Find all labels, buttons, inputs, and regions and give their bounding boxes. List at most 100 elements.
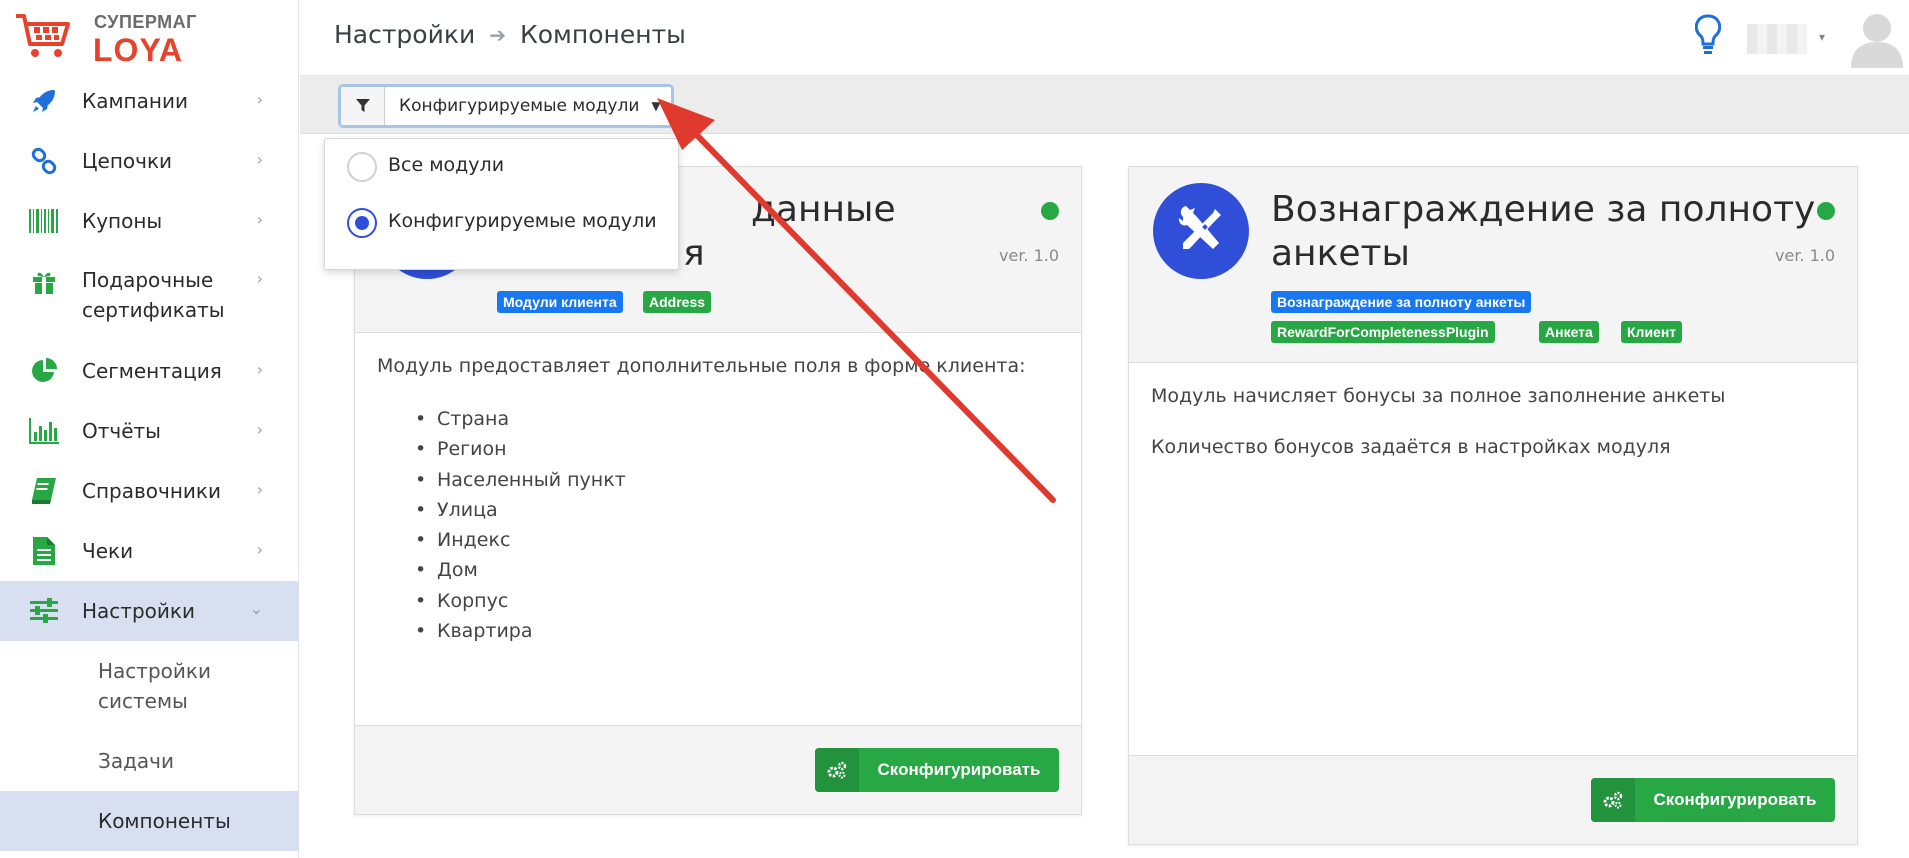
- tag-badge: Клиент: [1621, 321, 1683, 343]
- filter-icon: [341, 87, 385, 125]
- sidebar-item-coupons[interactable]: Купоны ›: [0, 196, 299, 246]
- version-label: ver. 1.0: [1775, 246, 1836, 265]
- breadcrumb-item-settings[interactable]: Настройки: [334, 20, 475, 49]
- sidebar-item-label: Справочники: [82, 479, 221, 503]
- logo-text-bottom: LOYA: [93, 32, 183, 68]
- gift-icon: [28, 266, 60, 298]
- caret-down-icon: ▼: [651, 99, 661, 113]
- module-card-reward-completeness: Вознаграждение за полноту анкеты ver. 1.…: [1128, 166, 1858, 845]
- tag-badge: Анкета: [1539, 321, 1599, 343]
- sidebar: СУПЕРМАГ LOYA Кампании › Цепочки › Купон…: [0, 0, 299, 858]
- chain-icon: [28, 145, 60, 177]
- chevron-right-icon: ›: [256, 90, 263, 109]
- filter-option-configurable[interactable]: Конфигурируемые модули: [325, 195, 680, 251]
- pie-chart-icon: [28, 355, 60, 387]
- sidebar-subitem-label: Задачи: [98, 749, 174, 773]
- card-paragraph: Модуль начисляет бонусы за полное заполн…: [1151, 385, 1726, 407]
- sidebar-item-chains[interactable]: Цепочки ›: [0, 136, 299, 186]
- card-title-line2: я: [683, 233, 705, 274]
- tag-badge: Модули клиента: [497, 291, 623, 313]
- chevron-right-icon: ›: [256, 480, 263, 499]
- arrow-right-icon: ➔: [489, 22, 506, 47]
- avatar[interactable]: [1849, 10, 1905, 68]
- list-item: Индекс: [415, 525, 626, 556]
- cart-logo-icon: [16, 14, 70, 57]
- status-indicator: [1041, 202, 1059, 220]
- chevron-right-icon: ›: [256, 150, 263, 169]
- card-body: Модуль предоставляет дополнительные поля…: [355, 333, 1081, 727]
- sidebar-item-label: Кампании: [82, 89, 188, 113]
- radio-unchecked[interactable]: [347, 152, 377, 182]
- sidebar-item-campaigns[interactable]: Кампании ›: [0, 76, 299, 126]
- sidebar-item-label: Настройки: [82, 599, 195, 623]
- breadcrumb: Настройки ➔ Компоненты: [334, 20, 686, 49]
- tag-badge: RewardForCompletenessPlugin: [1271, 321, 1495, 343]
- card-title-line1: данные: [751, 189, 896, 230]
- chevron-right-icon: ›: [256, 269, 263, 288]
- rocket-icon: [28, 85, 60, 117]
- filter-option-all[interactable]: Все модули: [325, 139, 680, 195]
- sidebar-item-label-line2: сертификаты: [82, 298, 225, 322]
- toolbar: Конфигурируемые модули ▼: [300, 76, 1909, 134]
- sidebar-subitem-label-line2: системы: [98, 689, 188, 713]
- sidebar-item-label: Отчёты: [82, 419, 161, 443]
- card-header: Вознаграждение за полноту анкеты ver. 1.…: [1129, 167, 1857, 363]
- configure-button[interactable]: Сконфигурировать: [815, 748, 1059, 792]
- sidebar-item-gift-certificates[interactable]: Подарочные сертификаты ›: [0, 256, 299, 336]
- list-item: Корпус: [415, 586, 626, 617]
- book-icon: [28, 475, 60, 507]
- card-body: Модуль начисляет бонусы за полное заполн…: [1129, 363, 1857, 757]
- radio-checked[interactable]: [347, 208, 377, 238]
- sidebar-item-label: Подарочные: [82, 268, 214, 292]
- logo[interactable]: СУПЕРМАГ LOYA: [0, 0, 299, 76]
- sidebar-subitem-label: Компоненты: [98, 809, 231, 833]
- chevron-right-icon: ›: [256, 210, 263, 229]
- sidebar-item-references[interactable]: Справочники ›: [0, 466, 299, 516]
- sidebar-item-label: Купоны: [82, 209, 163, 233]
- bar-chart-icon: [28, 415, 60, 447]
- module-logo: [1153, 183, 1249, 279]
- field-list: Страна Регион Населенный пункт Улица Инд…: [415, 404, 626, 647]
- barcode-icon: [28, 205, 60, 237]
- card-title-line1: Вознаграждение за полноту: [1271, 189, 1816, 230]
- gears-icon: [1591, 778, 1635, 822]
- sidebar-item-settings[interactable]: Настройки ⌄: [0, 581, 299, 641]
- receipt-icon: [28, 535, 60, 567]
- user-name-blurred[interactable]: [1747, 24, 1807, 54]
- filter-option-label: Все модули: [388, 154, 505, 176]
- chevron-right-icon: ›: [256, 420, 263, 439]
- sidebar-subitem-components[interactable]: Компоненты: [0, 791, 299, 851]
- list-item: Населенный пункт: [415, 465, 626, 496]
- gears-icon: [815, 748, 859, 792]
- sliders-icon: [28, 595, 60, 627]
- tools-icon: [1178, 206, 1221, 249]
- sidebar-item-reports[interactable]: Отчёты ›: [0, 406, 299, 456]
- card-footer: Сконфигурировать: [1129, 755, 1857, 844]
- chevron-right-icon: ›: [256, 540, 263, 559]
- status-indicator: [1817, 202, 1835, 220]
- filter-option-label: Конфигурируемые модули: [388, 210, 657, 232]
- sidebar-item-receipts[interactable]: Чеки ›: [0, 526, 299, 576]
- caret-down-icon[interactable]: ▾: [1819, 30, 1825, 44]
- lightbulb-icon[interactable]: [1695, 14, 1721, 56]
- sidebar-item-label: Чеки: [82, 539, 134, 563]
- configure-button-label: Сконфигурировать: [1653, 790, 1817, 809]
- configure-button[interactable]: Сконфигурировать: [1591, 778, 1835, 822]
- module-filter-value: Конфигурируемые модули: [399, 96, 640, 116]
- sidebar-subitem-label: Настройки: [98, 659, 211, 683]
- breadcrumb-item-components: Компоненты: [519, 20, 686, 49]
- logo-text-top: СУПЕРМАГ: [94, 12, 197, 32]
- configure-button-label: Сконфигурировать: [877, 760, 1041, 779]
- card-description: Модуль предоставляет дополнительные поля…: [377, 355, 1026, 377]
- card-footer: Сконфигурировать: [355, 725, 1081, 814]
- list-item: Регион: [415, 434, 626, 465]
- list-item: Дом: [415, 555, 626, 586]
- sidebar-subitem-system-settings[interactable]: Настройки системы: [0, 646, 299, 726]
- chevron-right-icon: ›: [256, 360, 263, 379]
- module-filter-select[interactable]: Конфигурируемые модули ▼: [338, 84, 674, 128]
- list-item: Квартира: [415, 616, 626, 647]
- header: Настройки ➔ Компоненты ▾: [300, 0, 1909, 76]
- sidebar-subitem-tasks[interactable]: Задачи: [0, 736, 299, 786]
- card-paragraph: Количество бонусов задаётся в настройках…: [1151, 436, 1671, 458]
- sidebar-item-segmentation[interactable]: Сегментация ›: [0, 346, 299, 396]
